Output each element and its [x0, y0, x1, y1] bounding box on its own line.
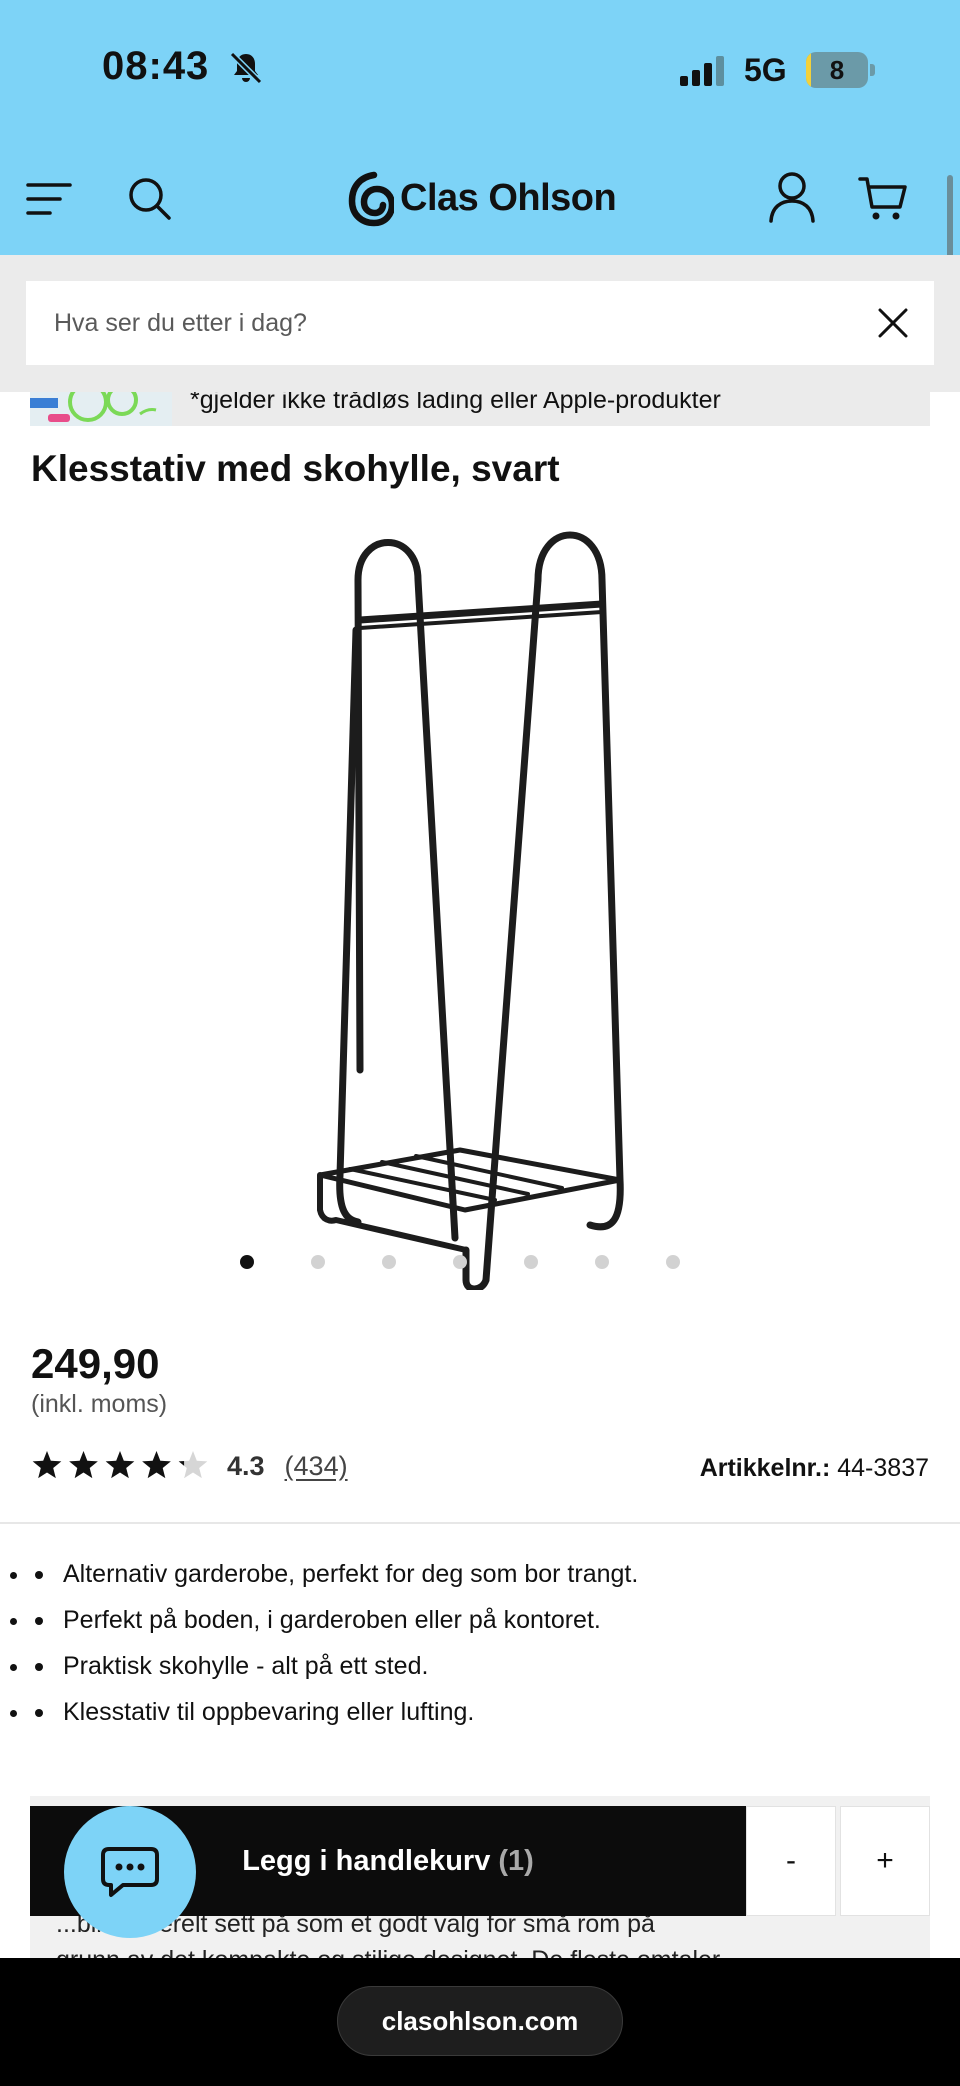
quantity-increase-button[interactable]: +: [840, 1806, 930, 1916]
site-header: Clas Ohlson: [0, 145, 960, 255]
product-rating[interactable]: 4.3 (434): [31, 1448, 348, 1484]
user-icon[interactable]: [768, 171, 816, 223]
address-bar[interactable]: clasohlson.com: [337, 1986, 623, 2056]
review-count-link[interactable]: (434): [285, 1451, 348, 1482]
highlight-item: Praktisk skohylle - alt på ett sted.: [31, 1647, 931, 1693]
clas-ohlson-logo-icon: [348, 171, 394, 227]
divider: [0, 1522, 960, 1524]
search-input[interactable]: Hva ser du etter i dag?: [26, 281, 934, 365]
status-bar: 08:43 5G 8: [0, 0, 960, 145]
rating-stars-icon: [32, 1451, 208, 1479]
browser-bottom-bar: clasohlson.com: [0, 1958, 960, 2086]
battery-icon: 8: [806, 52, 868, 88]
carousel-dot[interactable]: [666, 1255, 680, 1269]
brand-logo[interactable]: Clas Ohlson: [346, 167, 617, 229]
bell-off-icon: [229, 51, 263, 85]
carousel-dot[interactable]: [382, 1255, 396, 1269]
carousel-dot[interactable]: [453, 1255, 467, 1269]
article-number-value: 44-3837: [837, 1454, 929, 1482]
menu-icon[interactable]: [26, 179, 72, 219]
highlight-item: Perfekt på boden, i garderoben eller på …: [31, 1601, 931, 1647]
promo-banner[interactable]: *gjelder ikke trådløs lading eller Apple…: [30, 392, 930, 426]
article-number: Artikkelnr.: 44-3837: [700, 1454, 929, 1483]
battery-nub: [870, 64, 875, 76]
chat-icon: [101, 1847, 159, 1897]
network-label: 5G: [744, 52, 787, 88]
highlight-item: Alternativ garderobe, perfekt for deg so…: [31, 1555, 931, 1601]
carousel-dot[interactable]: [311, 1255, 325, 1269]
highlight-item: Klesstativ til oppbevaring eller lufting…: [31, 1693, 931, 1739]
carousel-dot[interactable]: [595, 1255, 609, 1269]
product-title: Klesstativ med skohylle, svart: [31, 448, 560, 489]
promo-image: [30, 392, 172, 426]
brand-name: Clas Ohlson: [400, 176, 617, 219]
quantity-decrease-button[interactable]: -: [746, 1806, 836, 1916]
star-filled: [142, 1451, 171, 1479]
status-time: 08:43: [102, 44, 210, 88]
search-area: Hva ser du etter i dag?: [0, 255, 960, 392]
carousel-dot[interactable]: [524, 1255, 538, 1269]
add-to-cart-label: Legg i handlekurv: [242, 1844, 491, 1877]
product-image[interactable]: [290, 520, 670, 1290]
chat-button[interactable]: [64, 1806, 196, 1938]
star-filled: [105, 1451, 135, 1479]
signal-icon: [680, 56, 724, 86]
rating-value: 4.3: [227, 1450, 265, 1481]
cart-icon[interactable]: [858, 173, 908, 223]
price-vat-note: (inkl. moms): [31, 1390, 168, 1418]
promo-text: *gjelder ikke trådløs lading eller Apple…: [190, 392, 721, 414]
image-carousel-dots: [240, 1255, 680, 1271]
star-filled: [32, 1451, 62, 1479]
article-number-label: Artikkelnr.:: [699, 1454, 831, 1482]
search-placeholder: Hva ser du etter i dag?: [54, 309, 307, 337]
product-price: 249,90: [31, 1340, 160, 1387]
carousel-dot-active[interactable]: [240, 1255, 254, 1269]
review-summary-line: grunn av det kompakte og stilige designe…: [56, 1942, 916, 1958]
search-icon[interactable]: [126, 175, 172, 221]
product-highlights: Alternativ garderobe, perfekt for deg so…: [31, 1555, 931, 1739]
close-icon[interactable]: [876, 306, 910, 340]
battery-level: 8: [829, 55, 845, 85]
cart-quantity: (1): [498, 1844, 534, 1877]
star-filled: [69, 1451, 98, 1479]
